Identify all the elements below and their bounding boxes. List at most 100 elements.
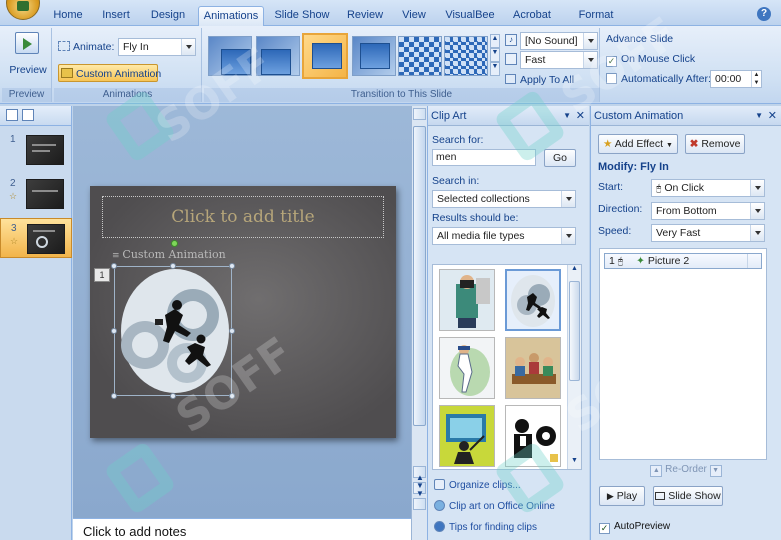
office-button[interactable] (6, 0, 40, 20)
move-down-icon[interactable]: ▼ (709, 465, 722, 477)
transition-thumb-checker[interactable] (398, 36, 442, 76)
transition-thumb-push-down[interactable] (302, 33, 348, 79)
tips-link[interactable]: Tips for finding clips (434, 521, 537, 533)
resize-handle[interactable] (111, 328, 117, 334)
play-label: Play (616, 490, 638, 502)
tab-home[interactable]: Home (50, 6, 86, 26)
auto-time-spinner[interactable]: 00:00 ▲ ▼ (710, 70, 762, 88)
resize-handle[interactable] (170, 393, 176, 399)
scroll-down-icon[interactable]: ▼ (490, 48, 500, 62)
organize-clips-link[interactable]: Organize clips... (434, 479, 521, 491)
tab-insert[interactable]: Insert (96, 6, 136, 26)
play-button[interactable]: ▶ Play (599, 486, 645, 506)
on-mouse-click-checkbox[interactable]: ✓ (606, 56, 617, 67)
selected-picture[interactable] (111, 263, 235, 399)
results-type-dropdown[interactable]: All media file types (432, 227, 576, 245)
tab-slide-show[interactable]: Slide Show (272, 6, 332, 26)
clip-baseball[interactable] (439, 337, 495, 399)
mouse-click-icon: 🖰 (617, 256, 624, 266)
resize-handle[interactable] (170, 263, 176, 269)
automatically-after-checkbox[interactable] (606, 73, 617, 84)
notes-pane[interactable]: Click to add notes (73, 518, 411, 540)
scroll-up-icon[interactable]: ▲ (490, 34, 500, 48)
clip-presenter[interactable] (439, 405, 495, 467)
gallery-more-icon[interactable]: ▼ (490, 62, 500, 76)
chevron-down-icon[interactable] (747, 254, 761, 268)
automatically-after-option[interactable]: Automatically After: (606, 70, 711, 88)
slide-thumbnail-3[interactable]: 3 ☆ (0, 218, 72, 258)
autopreview-option[interactable]: ✓ AutoPreview (599, 518, 670, 536)
scrollbar-thumb[interactable] (569, 281, 580, 381)
tab-design[interactable]: Design (146, 6, 190, 26)
arrow-down-icon[interactable]: ▼ (416, 489, 424, 498)
speed-dropdown[interactable]: Very Fast (651, 224, 765, 242)
slide-canvas[interactable]: Click to add title ≡ Custom Animation 1 (90, 186, 396, 438)
slide-thumbnail-2[interactable]: 2 ☆ (0, 174, 72, 214)
gear-icon (36, 236, 48, 248)
tab-animations[interactable]: Animations (198, 6, 264, 26)
tab-review[interactable]: Review (342, 6, 388, 26)
close-icon[interactable]: ✕ (768, 106, 777, 126)
spinner-icon[interactable]: ▲ ▼ (751, 71, 761, 87)
animation-order-tag[interactable]: 1 (94, 268, 110, 282)
transition-thumb-cover-left[interactable] (256, 36, 300, 76)
resize-handle[interactable] (229, 263, 235, 269)
resize-handle[interactable] (229, 328, 235, 334)
direction-dropdown[interactable]: From Bottom (651, 202, 765, 220)
start-dropdown[interactable]: 🖰 On Click (651, 179, 765, 197)
resize-handle[interactable] (111, 393, 117, 399)
close-icon[interactable]: ✕ (576, 106, 585, 126)
pane-menu-icon[interactable]: ▼ (755, 106, 763, 126)
apply-to-all-button[interactable]: Apply To All (505, 71, 574, 89)
animation-list-item[interactable]: 1 🖰 ✦ Picture 2 (604, 253, 762, 269)
clip-search-input[interactable]: men (432, 149, 536, 166)
move-up-icon[interactable]: ▲ (650, 465, 663, 477)
add-effect-button[interactable]: ★ Add Effect ▼ (598, 134, 678, 154)
resize-handle[interactable] (111, 263, 117, 269)
custom-animation-header: Custom Animation ▼ ✕ (591, 106, 781, 126)
scroll-up-icon[interactable] (413, 108, 426, 120)
transition-thumb-random-bars[interactable] (444, 36, 488, 76)
slide-show-button[interactable]: Slide Show (653, 486, 723, 506)
autopreview-checkbox[interactable]: ✓ (599, 523, 610, 534)
remove-button[interactable]: ✖ Remove (685, 134, 745, 154)
slide-thumbnail-1[interactable]: 1 (0, 130, 72, 170)
help-icon[interactable]: ? (757, 7, 771, 21)
title-placeholder[interactable]: Click to add title (102, 196, 384, 238)
subtitle-label: Custom Animation (122, 248, 226, 261)
transition-gallery-scroll[interactable]: ▲ ▼ ▼ (490, 34, 500, 80)
scroll-down-icon[interactable]: ▼ (568, 457, 581, 469)
tab-view[interactable]: View (396, 6, 432, 26)
rotation-handle[interactable] (171, 240, 178, 247)
clip-gear-man[interactable] (505, 405, 561, 467)
transition-speed-dropdown[interactable]: Fast (520, 51, 598, 69)
tab-visualbee[interactable]: VisualBee (442, 6, 498, 26)
clip-meeting[interactable] (505, 337, 561, 399)
outline-tab-icon[interactable] (22, 109, 34, 121)
results-nav[interactable]: ▲ ▼ ▼ (414, 474, 426, 508)
scroll-up-icon[interactable]: ▲ (568, 265, 581, 277)
tab-format[interactable]: Format (574, 6, 618, 26)
preview-button[interactable]: Preview (8, 30, 47, 80)
direction-value: From Bottom (656, 205, 717, 217)
transition-sound-dropdown[interactable]: [No Sound] (520, 32, 598, 50)
clip-gear-men[interactable] (505, 269, 561, 331)
on-mouse-click-option[interactable]: ✓ On Mouse Click (606, 50, 695, 68)
tab-acrobat[interactable]: Acrobat (508, 6, 556, 26)
search-in-dropdown[interactable]: Selected collections (432, 190, 576, 208)
slides-tab-icon[interactable] (6, 109, 18, 121)
animate-dropdown[interactable]: Fly In (118, 38, 196, 56)
custom-animation-button[interactable]: Custom Animation (58, 64, 161, 82)
pane-menu-icon[interactable]: ▼ (563, 106, 571, 126)
transition-thumb-cover-down[interactable] (208, 36, 252, 76)
clip-art-online-link[interactable]: Clip art on Office Online (434, 500, 555, 512)
chevron-down-icon (561, 191, 575, 207)
go-button[interactable]: Go (544, 149, 576, 167)
clip-photographer[interactable] (439, 269, 495, 331)
resize-handle[interactable] (229, 393, 235, 399)
fly-in-effect-icon: ✦ (636, 255, 645, 267)
subtitle-text[interactable]: ≡ Custom Animation (112, 248, 226, 261)
results-scrollbar[interactable]: ▲ ▼ (567, 265, 581, 469)
scrollbar-thumb[interactable] (413, 126, 426, 426)
transition-thumb-push-right[interactable] (352, 36, 396, 76)
